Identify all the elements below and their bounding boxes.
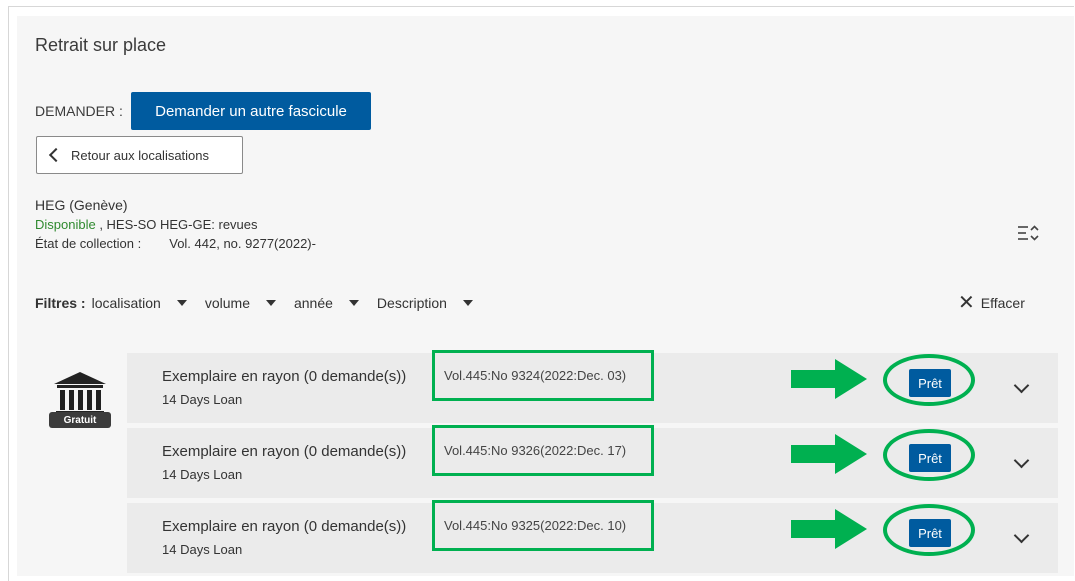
collection-value: Vol. 442, no. 9277(2022)- bbox=[169, 236, 316, 251]
section-title: Retrait sur place bbox=[35, 35, 167, 55]
free-badge: Gratuit bbox=[49, 412, 111, 428]
caret-down-icon bbox=[176, 300, 187, 306]
item-row: Exemplaire en rayon (0 demande(s)) 14 Da… bbox=[127, 425, 1058, 498]
item-description: Vol.445:No 9326(2022:Dec. 17) bbox=[432, 425, 654, 476]
chevron-left-icon bbox=[48, 147, 64, 163]
sort-list-icon[interactable] bbox=[1017, 224, 1039, 242]
location-info: HEG (Genève) Disponible , HES-SO HEG-GE:… bbox=[35, 195, 316, 253]
filters-label: Filtres : bbox=[35, 295, 86, 311]
back-button-label: Retour aux localisations bbox=[71, 147, 210, 163]
item-description: Vol.445:No 9324(2022:Dec. 03) bbox=[432, 350, 654, 401]
clear-filters-label: Effacer bbox=[980, 295, 1025, 311]
filter-location-label: localisation bbox=[91, 295, 161, 311]
filter-volume[interactable]: volume bbox=[205, 295, 276, 311]
filter-year[interactable]: année bbox=[294, 295, 359, 311]
availability-line: Disponible , HES-SO HEG-GE: revues bbox=[35, 215, 316, 234]
caret-down-icon bbox=[462, 300, 473, 306]
filter-year-label: année bbox=[293, 295, 333, 311]
filter-description[interactable]: Description bbox=[377, 295, 473, 311]
collection-line: État de collection : Vol. 442, no. 9277(2… bbox=[35, 234, 316, 253]
item-title: Exemplaire en rayon (0 demande(s)) bbox=[162, 518, 407, 535]
item-loan-policy: 14 Days Loan bbox=[162, 392, 243, 407]
item-title: Exemplaire en rayon (0 demande(s)) bbox=[162, 443, 407, 460]
availability-status: Disponible bbox=[35, 217, 96, 232]
caret-down-icon bbox=[265, 300, 276, 306]
filter-volume-label: volume bbox=[204, 295, 250, 311]
item-loan-policy: 14 Days Loan bbox=[162, 542, 243, 557]
arrow-right-icon bbox=[791, 434, 867, 474]
item-row: Exemplaire en rayon (0 demande(s)) 14 Da… bbox=[127, 500, 1058, 573]
filter-location[interactable]: localisation bbox=[92, 295, 187, 311]
back-to-locations-button[interactable]: Retour aux localisations bbox=[36, 136, 243, 174]
arrow-right-icon bbox=[791, 509, 867, 549]
chevron-down-icon[interactable] bbox=[1013, 452, 1030, 469]
collection-label: État de collection : bbox=[35, 236, 142, 251]
loan-button[interactable]: Prêt bbox=[909, 444, 951, 472]
clear-filters-button[interactable]: ✕ Effacer bbox=[958, 292, 1025, 314]
loan-button[interactable]: Prêt bbox=[909, 519, 951, 547]
close-icon: ✕ bbox=[958, 292, 975, 314]
chevron-down-icon[interactable] bbox=[1013, 377, 1030, 394]
request-other-issue-button[interactable]: Demander un autre fascicule bbox=[131, 92, 371, 130]
item-description: Vol.445:No 9325(2022:Dec. 10) bbox=[432, 500, 654, 551]
chevron-down-icon[interactable] bbox=[1013, 527, 1030, 544]
loan-button[interactable]: Prêt bbox=[909, 369, 951, 397]
item-row: Exemplaire en rayon (0 demande(s)) 14 Da… bbox=[127, 350, 1058, 423]
caret-down-icon bbox=[348, 300, 359, 306]
library-name: HEG (Genève) bbox=[35, 197, 128, 213]
request-label: DEMANDER : bbox=[35, 103, 123, 119]
availability-location: , HES-SO HEG-GE: revues bbox=[95, 217, 258, 232]
arrow-right-icon bbox=[791, 359, 867, 399]
filters-bar: Filtres : localisation volume année Desc… bbox=[35, 295, 491, 311]
item-loan-policy: 14 Days Loan bbox=[162, 467, 243, 482]
item-title: Exemplaire en rayon (0 demande(s)) bbox=[162, 368, 407, 385]
filter-description-label: Description bbox=[376, 295, 447, 311]
